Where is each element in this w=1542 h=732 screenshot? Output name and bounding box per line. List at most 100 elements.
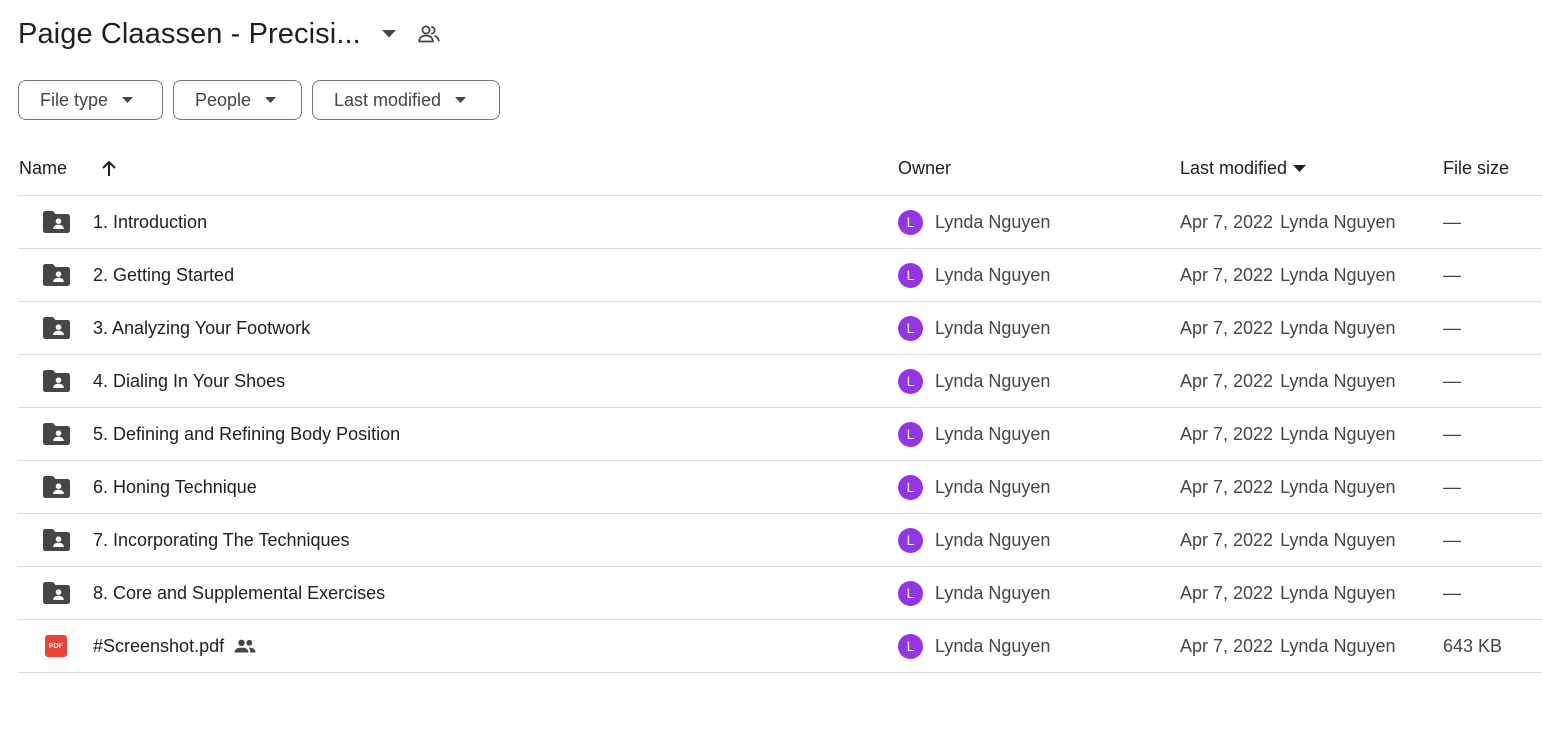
file-name[interactable]: 2. Getting Started [93,265,234,286]
folder-title[interactable]: Paige Claassen - Precisi... [18,18,361,51]
file-name-cell: 1. Introduction [93,196,207,248]
table-row[interactable]: 8. Core and Supplemental Exercises L Lynda… [18,567,1542,620]
owner-cell: L Lynda Nguyen [898,249,1050,301]
file-size-cell: — [1443,317,1461,338]
last-modified-cell: Apr 7, 2022 Lynda Nguyen [1180,408,1396,460]
people-outline-icon[interactable] [413,18,445,50]
file-size-cell: 643 KB [1443,635,1503,656]
table-row[interactable]: 1. Introduction L Lynda Nguyen Apr 7, 2022 L… [18,196,1542,249]
owner-name: Lynda Nguyen [935,211,1051,232]
modified-by: Lynda Nguyen [1280,635,1396,656]
table-row[interactable]: 5. Defining and Refining Body Position L L… [18,408,1542,461]
modified-date: Apr 7, 2022 [1180,529,1274,550]
file-size-cell: — [1443,476,1461,497]
modified-date: Apr 7, 2022 [1180,476,1274,497]
owner-name: Lynda Nguyen [935,582,1051,603]
table-header: Name Owner Last modified File size [18,142,1542,196]
last-modified-column-header[interactable]: Last modified [1180,142,1307,195]
chip-label: File type [40,89,109,110]
name-column-header[interactable]: Name [19,142,67,195]
shared-folder-icon [41,302,71,354]
last-modified-cell: Apr 7, 2022 Lynda Nguyen [1180,514,1396,566]
people-filter[interactable]: People [173,80,302,120]
avatar: L [898,474,923,500]
shared-folder-icon [41,514,71,566]
file-name[interactable]: 5. Defining and Refining Body Position [93,424,400,445]
file-name-cell: 8. Core and Supplemental Exercises [93,567,385,619]
owner-cell: L Lynda Nguyen [898,620,1050,672]
modified-date: Apr 7, 2022 [1180,423,1274,444]
file-name[interactable]: 4. Dialing In Your Shoes [93,371,285,392]
file-size-cell: — [1443,211,1461,232]
modified-date: Apr 7, 2022 [1180,264,1274,285]
file-name[interactable]: 6. Honing Technique [93,477,257,498]
table-row[interactable]: 3. Analyzing Your Footwork L Lynda Nguyen A… [18,302,1542,355]
owner-column-header: Owner [898,158,952,178]
table-row[interactable]: 4. Dialing In Your Shoes L Lynda Nguyen Apr… [18,355,1542,408]
file-name[interactable]: #Screenshot.pdf [93,636,224,657]
file-name[interactable]: 1. Introduction [93,212,207,233]
avatar: L [898,580,923,606]
table-row[interactable]: 6. Honing Technique L Lynda Nguyen Apr 7, 2… [18,461,1542,514]
last-modified-cell: Apr 7, 2022 Lynda Nguyen [1180,461,1396,513]
avatar: L [898,315,923,341]
caret-down-icon [122,97,134,103]
pdf-icon: PDF [41,620,71,672]
file-name-cell: 2. Getting Started [93,249,234,301]
file-name-cell: 4. Dialing In Your Shoes [93,355,285,407]
file-type-filter[interactable]: File type [18,80,163,120]
avatar: L [898,527,923,553]
last-modified-cell: Apr 7, 2022 Lynda Nguyen [1180,567,1396,619]
shared-folder-icon [41,408,71,460]
caret-down-icon [1293,165,1307,172]
owner-name: Lynda Nguyen [935,529,1051,550]
caret-down-icon [265,97,277,103]
owner-name: Lynda Nguyen [935,370,1051,391]
owner-name: Lynda Nguyen [935,423,1051,444]
owner-cell: L Lynda Nguyen [898,196,1050,248]
folder-header: Paige Claassen - Precisi... [18,12,445,56]
file-name-cell: 3. Analyzing Your Footwork [93,302,310,354]
file-name[interactable]: 3. Analyzing Your Footwork [93,318,310,339]
chip-label: Last modified [334,89,442,110]
people-icon [234,639,256,653]
file-name-cell: 7. Incorporating The Techniques [93,514,350,566]
table-row[interactable]: 2. Getting Started L Lynda Nguyen Apr 7, 20… [18,249,1542,302]
last-modified-cell: Apr 7, 2022 Lynda Nguyen [1180,196,1396,248]
table-row[interactable]: 7. Incorporating The Techniques L Lynda Ng… [18,514,1542,567]
last-modified-filter[interactable]: Last modified [312,80,500,120]
last-modified-cell: Apr 7, 2022 Lynda Nguyen [1180,249,1396,301]
pdf-badge-text: PDF [45,635,67,657]
table-row[interactable]: PDF #Screenshot.pdf L Lynda Nguyen Apr 7, 20… [18,620,1542,673]
file-name[interactable]: 7. Incorporating The Techniques [93,530,350,551]
file-size-cell: — [1443,370,1461,391]
shared-folder-icon [41,355,71,407]
file-name-cell: #Screenshot.pdf [93,620,256,672]
shared-folder-icon [41,461,71,513]
file-name[interactable]: 8. Core and Supplemental Exercises [93,583,385,604]
owner-cell: L Lynda Nguyen [898,514,1050,566]
filter-chips: File type People Last modified [18,80,500,120]
drive-folder-view: Paige Claassen - Precisi... File type Pe… [0,0,1542,732]
modified-date: Apr 7, 2022 [1180,370,1274,391]
last-modified-cell: Apr 7, 2022 Lynda Nguyen [1180,355,1396,407]
modified-date: Apr 7, 2022 [1180,635,1274,656]
arrow-up-icon[interactable] [96,142,122,195]
file-name-cell: 6. Honing Technique [93,461,257,513]
modified-by: Lynda Nguyen [1280,423,1396,444]
owner-cell: L Lynda Nguyen [898,408,1050,460]
owner-cell: L Lynda Nguyen [898,355,1050,407]
owner-cell: L Lynda Nguyen [898,461,1050,513]
shared-folder-icon [41,196,71,248]
file-list: Name Owner Last modified File size 1. In… [18,142,1542,673]
owner-name: Lynda Nguyen [935,635,1051,656]
modified-by: Lynda Nguyen [1280,476,1396,497]
file-name-cell: 5. Defining and Refining Body Position [93,408,400,460]
chip-label: People [195,89,252,110]
caret-down-icon[interactable] [375,20,403,48]
modified-by: Lynda Nguyen [1280,211,1396,232]
owner-cell: L Lynda Nguyen [898,302,1050,354]
modified-by: Lynda Nguyen [1280,317,1396,338]
avatar: L [898,368,923,394]
file-size-cell: — [1443,582,1461,603]
